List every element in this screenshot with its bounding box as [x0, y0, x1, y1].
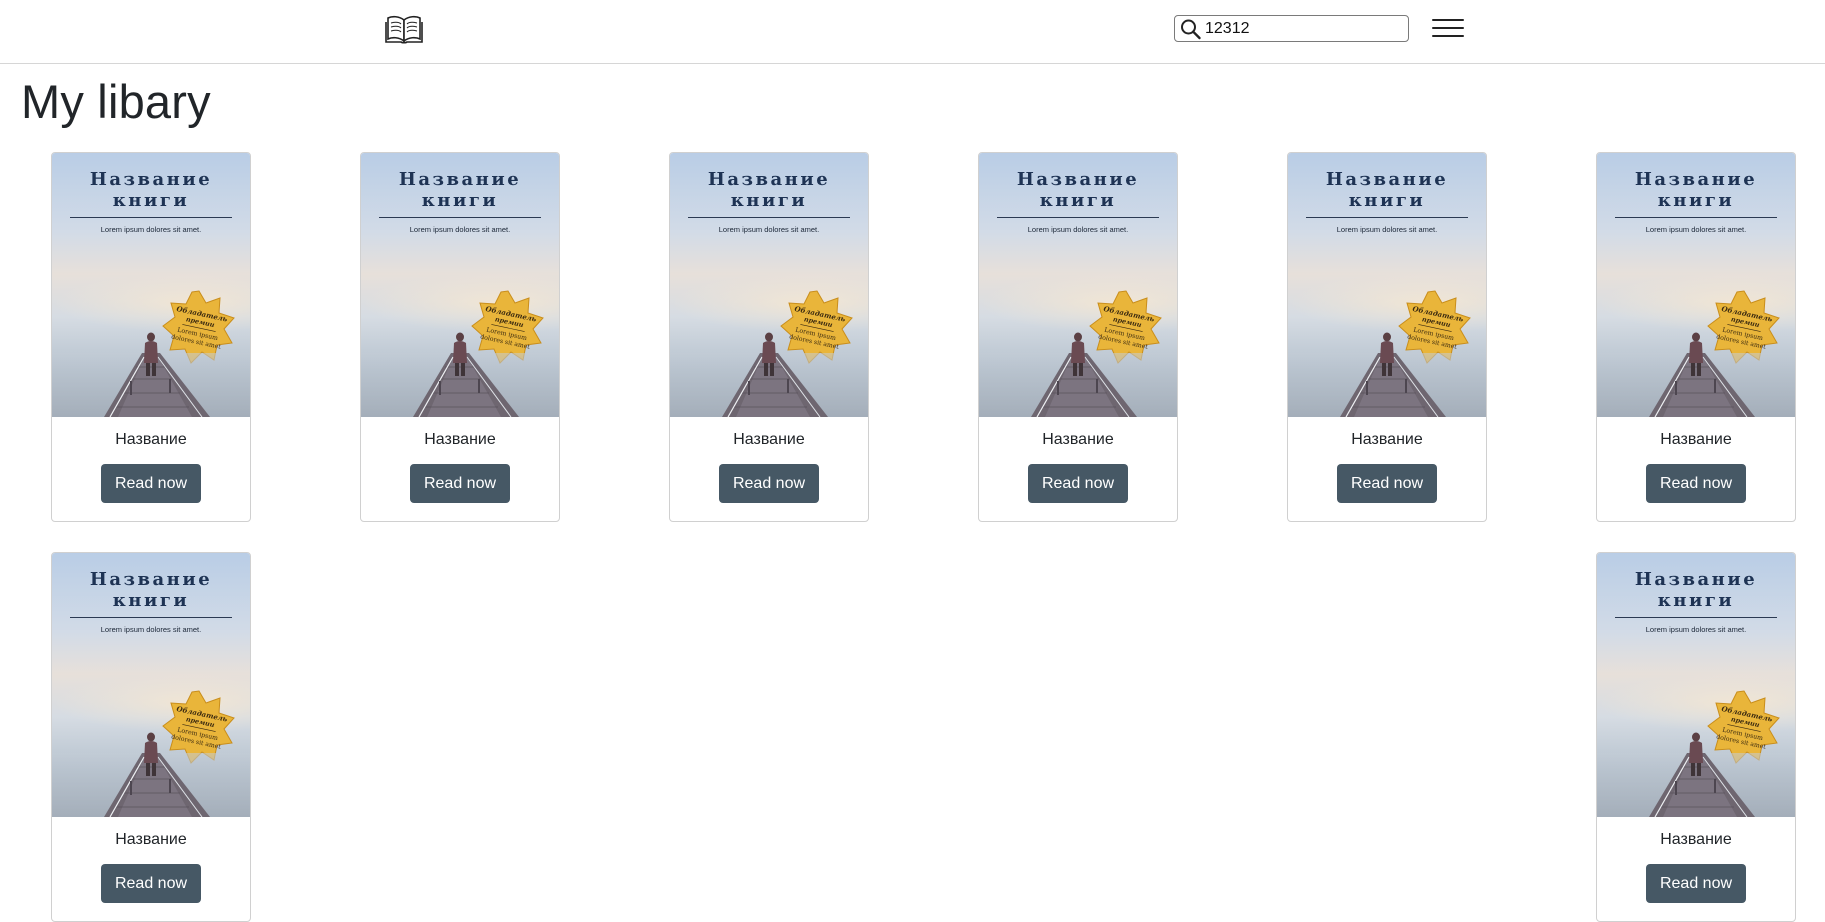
book-cover[interactable]: Название книги Lorem ipsum dolores sit a… — [52, 153, 250, 417]
cover-title-line: Название — [1325, 169, 1449, 190]
book-name: Название — [733, 431, 805, 448]
cover-divider — [1615, 217, 1777, 218]
cover-title-line: книги — [1348, 190, 1426, 211]
cover-subtitle: Lorem ipsum dolores sit amet. — [1645, 625, 1747, 634]
book-grid: Название книги Lorem ipsum dolores sit a… — [0, 0, 1825, 922]
cover-title-line: Название — [1634, 169, 1758, 190]
cover-title-line: книги — [1657, 590, 1735, 611]
book-name: Название — [424, 431, 496, 448]
book-name: Название — [115, 431, 187, 448]
read-now-button[interactable]: Read now — [101, 464, 201, 503]
book-name: Название — [1351, 431, 1423, 448]
cover-title-line: Название — [1634, 569, 1758, 590]
book-cover[interactable]: Название книги Lorem ipsum dolores sit a… — [361, 153, 559, 417]
book-cover[interactable]: Название книги Lorem ipsum dolores sit a… — [979, 153, 1177, 417]
cover-title: Название книги — [1597, 569, 1795, 611]
book-card-7: Название книги Lorem ipsum dolores sit a… — [51, 552, 251, 922]
pier-illustration — [52, 332, 250, 417]
cover-title-line: Название — [398, 169, 522, 190]
cover-title: Название книги — [52, 169, 250, 211]
book-cover[interactable]: Название книги Lorem ipsum dolores sit a… — [1597, 553, 1795, 817]
book-card-8: Название книги Lorem ipsum dolores sit a… — [1596, 552, 1796, 922]
cover-title-line: книги — [112, 590, 190, 611]
cover-title: Название книги — [52, 569, 250, 611]
cover-subtitle: Lorem ipsum dolores sit amet. — [1027, 225, 1129, 234]
cover-title-line: книги — [112, 190, 190, 211]
cover-title: Название книги — [1597, 169, 1795, 211]
book-name: Название — [1660, 831, 1732, 848]
read-now-button[interactable]: Read now — [1646, 864, 1746, 903]
cover-title-line: Название — [89, 569, 213, 590]
cover-divider — [1306, 217, 1468, 218]
cover-divider — [379, 217, 541, 218]
book-name: Название — [115, 831, 187, 848]
book-card-2: Название книги Lorem ipsum dolores sit a… — [360, 152, 560, 522]
cover-title: Название книги — [670, 169, 868, 211]
cover-title-line: книги — [421, 190, 499, 211]
cover-title: Название книги — [1288, 169, 1486, 211]
cover-title-line: Название — [1016, 169, 1140, 190]
book-card-3: Название книги Lorem ipsum dolores sit a… — [669, 152, 869, 522]
cover-subtitle: Lorem ipsum dolores sit amet. — [1645, 225, 1747, 234]
read-now-button[interactable]: Read now — [1028, 464, 1128, 503]
pier-illustration — [52, 732, 250, 817]
book-card-4: Название книги Lorem ipsum dolores sit a… — [978, 152, 1178, 522]
book-card-5: Название книги Lorem ipsum dolores sit a… — [1287, 152, 1487, 522]
pier-illustration — [1288, 332, 1486, 417]
book-name: Название — [1042, 431, 1114, 448]
book-cover[interactable]: Название книги Lorem ipsum dolores sit a… — [1288, 153, 1486, 417]
book-cover[interactable]: Название книги Lorem ipsum dolores sit a… — [670, 153, 868, 417]
read-now-button[interactable]: Read now — [719, 464, 819, 503]
cover-subtitle: Lorem ipsum dolores sit amet. — [718, 225, 820, 234]
pier-illustration — [1597, 732, 1795, 817]
cover-subtitle: Lorem ipsum dolores sit amet. — [1336, 225, 1438, 234]
cover-divider — [70, 617, 232, 618]
cover-title-line: книги — [1657, 190, 1735, 211]
cover-title: Название книги — [361, 169, 559, 211]
cover-divider — [1615, 617, 1777, 618]
cover-subtitle: Lorem ipsum dolores sit amet. — [409, 225, 511, 234]
read-now-button[interactable]: Read now — [101, 864, 201, 903]
book-card-6: Название книги Lorem ipsum dolores sit a… — [1596, 152, 1796, 522]
book-cover[interactable]: Название книги Lorem ipsum dolores sit a… — [52, 553, 250, 817]
pier-illustration — [1597, 332, 1795, 417]
book-card-1: Название книги Lorem ipsum dolores sit a… — [51, 152, 251, 522]
book-name: Название — [1660, 431, 1732, 448]
cover-title-line: Название — [89, 169, 213, 190]
cover-subtitle: Lorem ipsum dolores sit amet. — [100, 225, 202, 234]
pier-illustration — [670, 332, 868, 417]
cover-divider — [70, 217, 232, 218]
pier-illustration — [361, 332, 559, 417]
read-now-button[interactable]: Read now — [410, 464, 510, 503]
cover-title-line: книги — [730, 190, 808, 211]
pier-illustration — [979, 332, 1177, 417]
cover-title: Название книги — [979, 169, 1177, 211]
read-now-button[interactable]: Read now — [1646, 464, 1746, 503]
book-cover[interactable]: Название книги Lorem ipsum dolores sit a… — [1597, 153, 1795, 417]
cover-divider — [688, 217, 850, 218]
cover-subtitle: Lorem ipsum dolores sit amet. — [100, 625, 202, 634]
read-now-button[interactable]: Read now — [1337, 464, 1437, 503]
cover-title-line: книги — [1039, 190, 1117, 211]
cover-divider — [997, 217, 1159, 218]
cover-title-line: Название — [707, 169, 831, 190]
